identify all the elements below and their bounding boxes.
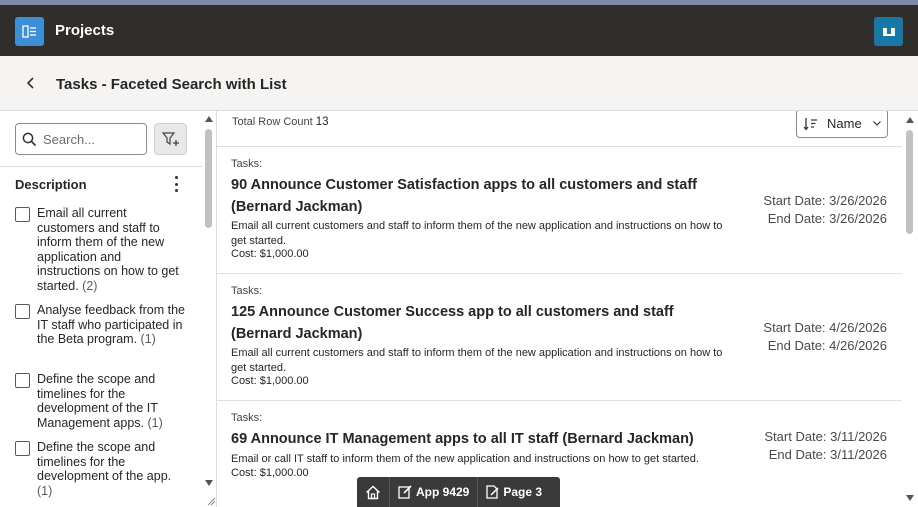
card-end-date: End Date: 4/26/2026 — [767, 338, 887, 353]
facet-divider — [0, 166, 202, 167]
task-card[interactable]: Tasks: 90 Announce Customer Satisfaction… — [217, 147, 902, 273]
user-menu-button[interactable] — [874, 17, 903, 46]
dev-app-button[interactable]: App 9429 — [390, 477, 479, 507]
card-kicker: Tasks: — [231, 412, 263, 424]
scroll-up-icon[interactable] — [906, 117, 914, 123]
scroll-down-icon[interactable] — [906, 495, 914, 501]
page-title-bar: Tasks - Faceted Search with List — [0, 56, 918, 111]
facet-option-text: Email all current customers and staff to… — [37, 206, 179, 293]
developer-toolbar: App 9429 Page 3 — [357, 477, 560, 507]
facet-option-label[interactable]: Define the scope and timelines for the d… — [37, 440, 185, 498]
app-list-icon — [22, 25, 36, 38]
facet-option-label[interactable]: Email all current customers and staff to… — [37, 206, 185, 293]
facet-option[interactable]: Define the scope and timelines for the d… — [15, 440, 185, 498]
kebab-dot-icon — [174, 182, 178, 186]
edit-icon — [398, 485, 412, 499]
sort-icon — [803, 117, 817, 130]
facet-search-box[interactable] — [15, 123, 147, 155]
facet-option-count: (1) — [147, 415, 163, 430]
card-cost: Cost: $1,000.00 — [231, 248, 309, 260]
card-title[interactable]: 125 Announce Customer Success app to all… — [231, 301, 721, 345]
chevron-down-icon — [872, 121, 881, 126]
add-filter-button[interactable] — [154, 123, 187, 155]
card-cost: Cost: $1,000.00 — [231, 467, 309, 479]
scrollbar-thumb[interactable] — [906, 130, 913, 234]
chevron-left-icon — [26, 77, 34, 89]
card-description: Email all current customers and staff to… — [231, 220, 723, 247]
search-results: Total Row Count 13 Name Tasks: 90 Announ… — [217, 111, 902, 507]
facet-option-label[interactable]: Analyse feedback from the IT staff who p… — [37, 303, 185, 347]
card-kicker: Tasks: — [231, 158, 263, 170]
scrollbar-thumb[interactable] — [205, 129, 212, 228]
facet-option-text: Define the scope and timelines for the d… — [37, 440, 172, 483]
kebab-dot-icon — [174, 189, 178, 192]
scroll-up-icon[interactable] — [205, 116, 213, 122]
card-start-date: Start Date: 3/11/2026 — [764, 429, 887, 444]
sort-select[interactable]: Name — [796, 111, 888, 138]
facet-option-text: Define the scope and timelines for the d… — [37, 372, 158, 430]
search-icon — [22, 132, 37, 146]
sort-label: Name — [827, 116, 862, 131]
app-icon[interactable] — [15, 17, 44, 46]
facet-option[interactable]: Analyse feedback from the IT staff who p… — [15, 303, 185, 347]
user-icon — [882, 27, 895, 36]
dev-page-label: Page 3 — [503, 485, 543, 499]
facet-option-text: Analyse feedback from the IT staff who p… — [37, 303, 185, 346]
back-button[interactable] — [20, 72, 42, 94]
dev-home-button[interactable] — [357, 477, 390, 507]
facet-actions-menu[interactable] — [168, 175, 184, 193]
facet-checkbox[interactable] — [15, 304, 30, 319]
facet-option[interactable]: Email all current customers and staff to… — [15, 206, 185, 293]
app-header: Projects — [0, 5, 918, 56]
card-title[interactable]: 90 Announce Customer Satisfaction apps t… — [231, 174, 721, 218]
facet-option-count: (1) — [37, 483, 53, 498]
facet-checkbox[interactable] — [15, 441, 30, 456]
dev-app-label: App 9429 — [416, 485, 470, 499]
search-input[interactable] — [43, 131, 138, 147]
card-dates: Start Date: 3/26/2026 End Date: 3/26/202… — [737, 192, 887, 228]
row-count-label: Total Row Count — [232, 116, 313, 128]
card-dates: Start Date: 3/11/2026 End Date: 3/11/202… — [737, 428, 887, 464]
facets-scrollbar[interactable] — [202, 111, 216, 496]
scroll-down-icon[interactable] — [205, 480, 213, 486]
card-end-date: End Date: 3/11/2026 — [768, 447, 887, 462]
card-dates: Start Date: 4/26/2026 End Date: 4/26/202… — [737, 319, 887, 355]
facet-checkbox[interactable] — [15, 373, 30, 388]
facet-group-title: Description — [15, 177, 87, 192]
card-description: Email or call IT staff to inform them of… — [231, 453, 699, 465]
card-end-date: End Date: 3/26/2026 — [767, 211, 887, 226]
row-count-value: 13 — [315, 116, 329, 128]
card-title[interactable]: 69 Announce IT Management apps to all IT… — [231, 428, 731, 450]
app-title[interactable]: Projects — [55, 22, 114, 39]
kebab-dot-icon — [174, 176, 178, 179]
task-card[interactable]: Tasks: 125 Announce Customer Success app… — [217, 274, 902, 400]
resize-grip-icon[interactable] — [206, 496, 216, 506]
card-start-date: Start Date: 4/26/2026 — [763, 320, 887, 335]
facet-option-count: (1) — [140, 332, 156, 346]
card-start-date: Start Date: 3/26/2026 — [763, 193, 887, 208]
filter-add-icon — [161, 132, 179, 146]
facets-panel: Description Email all current customers … — [0, 111, 202, 507]
total-row-count: Total Row Count 13 — [232, 116, 329, 128]
dev-page-button[interactable]: Page 3 — [478, 477, 550, 507]
card-cost: Cost: $1,000.00 — [231, 375, 309, 387]
facet-option[interactable]: Define the scope and timelines for the d… — [15, 372, 185, 430]
facet-checkbox[interactable] — [15, 207, 30, 222]
card-kicker: Tasks: — [231, 285, 263, 297]
card-description: Email all current customers and staff to… — [231, 347, 723, 374]
facet-option-count: (2) — [82, 278, 98, 293]
page-title: Tasks - Faceted Search with List — [56, 76, 287, 93]
results-scrollbar[interactable] — [902, 111, 918, 507]
page-edit-icon — [486, 485, 499, 499]
facet-option-label[interactable]: Define the scope and timelines for the d… — [37, 372, 185, 430]
home-icon — [366, 485, 380, 499]
